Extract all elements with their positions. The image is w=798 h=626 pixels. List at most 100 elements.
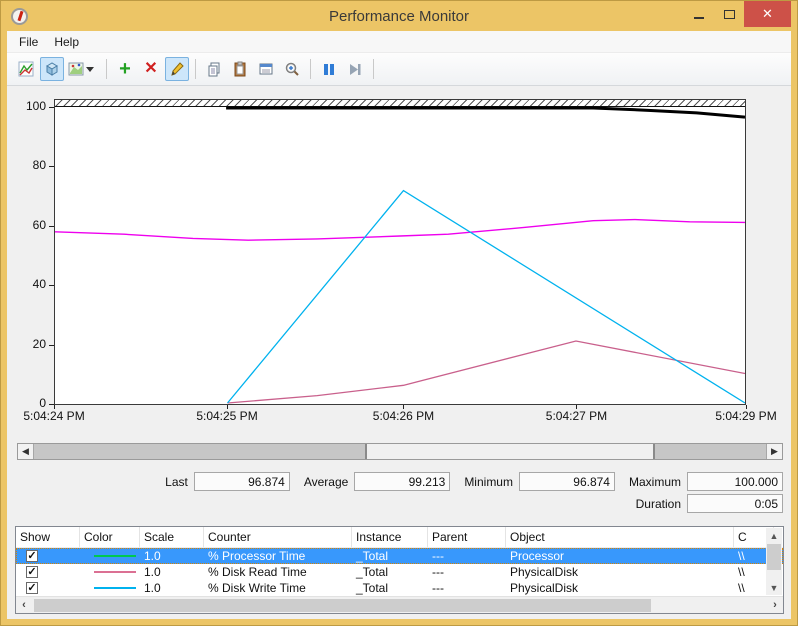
scroll-down-arrow-icon[interactable]: ▼ [766,580,782,595]
scroll-right-arrow-icon[interactable]: › [767,599,783,611]
copy-properties-button[interactable] [202,57,226,81]
update-data-button[interactable] [343,57,367,81]
scroll-left-arrow-icon[interactable]: ‹ [16,599,32,611]
parent-cell: --- [428,564,506,580]
computer-cell: \\ [734,548,748,564]
color-cell [80,564,140,580]
legend-column-header[interactable]: Object [506,527,734,547]
plot-area [54,99,746,405]
show-cell: ✓ [16,580,80,596]
x-tick-label: 5:04:27 PM [546,409,607,423]
titlebar: Performance Monitor ✕ [7,1,791,31]
x-tick-label: 5:04:24 PM [23,409,84,423]
toolbar-separator [106,59,107,79]
paste-clipboard-icon [232,61,248,77]
paste-counter-list-button[interactable] [228,57,252,81]
highlight-pen-icon [169,61,185,77]
stats-row: Last 96.874 Average 99.213 Minimum 96.87… [7,472,783,491]
time-range-thumb[interactable] [365,444,655,459]
show-checkbox[interactable]: ✓ [26,550,38,562]
series-disk-read-time [228,341,746,403]
legend-row[interactable]: ✓1.0% Processor Time_Total---Processor\\ [16,548,783,564]
properties-window-icon [258,61,274,77]
legend-hscroll-track[interactable] [32,598,767,613]
y-tick-label: 60 [12,218,46,232]
parent-cell: --- [428,580,506,596]
step-forward-icon [347,61,363,77]
legend-body: ✓1.0% Processor Time_Total---Processor\\… [16,548,783,596]
y-tick-label: 40 [12,277,46,291]
zoom-button[interactable] [280,57,304,81]
show-checkbox[interactable]: ✓ [26,566,38,578]
last-label: Last [165,475,188,489]
x-tick-label: 5:04:25 PM [196,409,257,423]
menu-file[interactable]: File [11,32,46,52]
scroll-up-arrow-icon[interactable]: ▲ [766,528,782,543]
statistics-panel: Last 96.874 Average 99.213 Minimum 96.87… [7,472,783,516]
counter-legend-table: ShowColorScaleCounterInstanceParentObjec… [15,526,784,614]
time-range-scrollbar[interactable]: ◀ ▶ [17,443,783,460]
average-value: 99.213 [354,472,450,491]
chevron-down-icon [86,67,94,72]
add-counter-button[interactable]: + [113,57,137,81]
menu-bar: File Help [7,31,791,53]
highlight-button[interactable] [165,57,189,81]
delete-x-icon: ✕ [144,61,157,77]
duration-value: 0:05 [687,494,783,513]
properties-button[interactable] [254,57,278,81]
legend-column-header[interactable]: Color [80,527,140,547]
freeze-display-button[interactable] [317,57,341,81]
minimum-label: Minimum [464,475,513,489]
legend-column-header[interactable]: Scale [140,527,204,547]
view-current-activity-button[interactable] [14,57,38,81]
computer-cell: \\ [734,564,748,580]
scroll-left-arrow-icon[interactable]: ◀ [18,444,34,459]
legend-vscroll-thumb[interactable] [767,544,781,570]
minimum-value: 96.874 [519,472,615,491]
toolbar-separator [373,59,374,79]
legend-row[interactable]: ✓1.0% Disk Write Time_Total---PhysicalDi… [16,580,783,596]
performance-monitor-window: Performance Monitor ✕ File Help [0,0,798,626]
y-tick-label: 0 [12,396,46,410]
duration-row: Duration 0:05 [7,494,783,513]
instance-cell: _Total [352,548,428,564]
client-area: File Help [7,31,791,619]
parent-cell: --- [428,548,506,564]
x-axis: 5:04:24 PM5:04:25 PM5:04:26 PM5:04:27 PM… [54,405,746,423]
color-swatch [94,571,136,573]
x-tick-label: 5:04:29 PM [715,409,776,423]
counter-cell: % Processor Time [204,548,352,564]
legend-column-header[interactable]: Counter [204,527,352,547]
series-processor-time-highlighted [226,108,745,117]
toolbar-separator [195,59,196,79]
chart-lines [55,100,745,404]
instance-cell: _Total [352,564,428,580]
scale-cell: 1.0 [140,548,204,564]
average-label: Average [304,475,348,489]
magnifier-plus-icon [284,61,300,77]
legend-row[interactable]: ✓1.0% Disk Read Time_Total---PhysicalDis… [16,564,783,580]
legend-horizontal-scrollbar[interactable]: ‹ › [16,596,783,613]
y-axis: 020406080100 [7,99,54,405]
change-graph-type-button[interactable] [66,57,100,81]
legend-column-header[interactable]: Parent [428,527,506,547]
color-swatch [94,587,136,589]
legend-column-header[interactable]: Instance [352,527,428,547]
counter-cell: % Disk Read Time [204,564,352,580]
object-cell: PhysicalDisk [506,580,734,596]
legend-vertical-scrollbar[interactable]: ▲ ▼ [766,528,782,595]
legend-hscroll-thumb[interactable] [34,599,651,612]
window-title: Performance Monitor [7,8,791,25]
delete-counter-button[interactable]: ✕ [139,57,163,81]
last-value: 96.874 [194,472,290,491]
menu-help[interactable]: Help [46,32,87,52]
legend-column-header[interactable]: Show [16,527,80,547]
scroll-right-arrow-icon[interactable]: ▶ [766,444,782,459]
x-tick-label: 5:04:26 PM [373,409,434,423]
show-cell: ✓ [16,564,80,580]
instance-cell: _Total [352,580,428,596]
show-cell: ✓ [16,548,80,564]
view-log-data-button[interactable] [40,57,64,81]
toolbar: + ✕ [7,53,791,86]
show-checkbox[interactable]: ✓ [26,582,38,594]
